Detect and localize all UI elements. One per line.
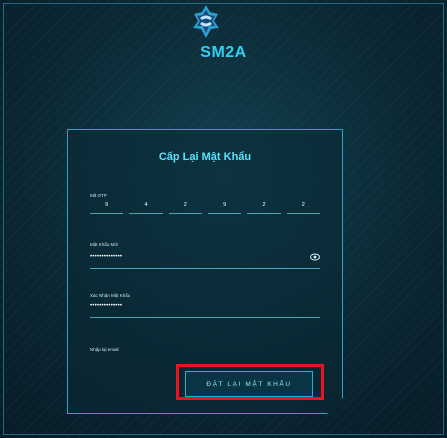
brand-title: SM2A (200, 44, 247, 61)
email-label: Nhập lại email (90, 347, 119, 352)
otp-digit-2[interactable]: 4 (129, 199, 162, 214)
sm2a-logo-icon (193, 5, 219, 38)
new-password-value: •••••••••••••• (90, 254, 123, 260)
otp-digit-3[interactable]: 2 (169, 199, 202, 214)
otp-input-group: 9 4 2 9 2 2 (90, 199, 320, 217)
otp-digit-6[interactable]: 2 (287, 199, 320, 214)
new-password-field[interactable]: •••••••••••••• (90, 252, 320, 269)
otp-digit-5[interactable]: 2 (247, 199, 280, 214)
new-password-label: Mật Khẩu Mới (90, 242, 119, 247)
confirm-password-field[interactable]: •••••••••••••• (90, 301, 320, 318)
panel-title: Cấp Lại Mật Khẩu (158, 151, 252, 163)
eye-icon[interactable] (310, 253, 320, 261)
otp-digit-1[interactable]: 9 (90, 199, 123, 214)
otp-label: Mã OTP (90, 193, 107, 198)
otp-digit-4[interactable]: 9 (208, 199, 241, 214)
highlight-box (176, 364, 324, 400)
confirm-password-label: Xác Nhận Mật Khẩu (90, 293, 131, 298)
confirm-password-value: •••••••••••••• (90, 303, 123, 309)
